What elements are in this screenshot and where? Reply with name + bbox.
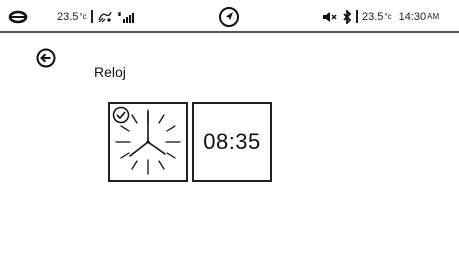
temperature-left: 23.5	[57, 10, 79, 23]
signal-icon	[117, 11, 137, 23]
navigation-icon[interactable]	[218, 0, 240, 33]
clock-time-suffix: AM	[427, 12, 440, 21]
page-title: Reloj	[94, 64, 126, 80]
status-left-group: 23.5 °c	[57, 0, 137, 33]
temperature-left-unit: °c	[79, 12, 87, 21]
status-bar: 23.5 °c 23.5 °c 14:30 AM	[0, 0, 459, 33]
digital-clock-time: 08:35	[203, 129, 261, 154]
temperature-right: 23.5	[362, 10, 384, 23]
fan-icon	[97, 10, 113, 23]
analog-clock-option[interactable]	[108, 102, 188, 182]
check-circle-icon	[112, 106, 130, 124]
mute-icon	[322, 11, 338, 23]
temperature-right-unit: °c	[384, 12, 392, 21]
bluetooth-icon	[342, 9, 352, 24]
clock-time: 14:30	[398, 10, 427, 23]
back-arrow-icon	[35, 47, 57, 69]
status-right-group: 23.5 °c 14:30 AM	[322, 0, 439, 33]
ring-icon[interactable]	[8, 0, 28, 33]
back-button[interactable]	[35, 47, 57, 69]
digital-clock-option[interactable]: 08:35	[192, 102, 272, 182]
separator	[90, 10, 93, 23]
separator	[356, 10, 358, 23]
